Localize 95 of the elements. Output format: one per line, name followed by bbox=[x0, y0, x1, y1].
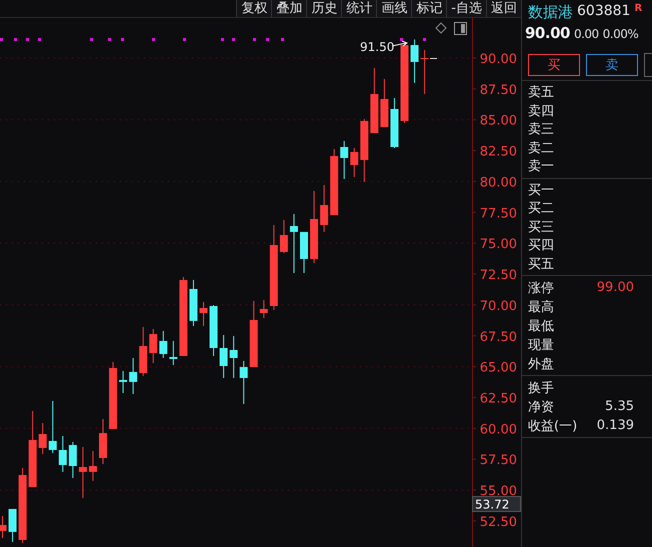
rising-candle bbox=[320, 184, 328, 232]
falling-candle bbox=[240, 360, 248, 405]
field-label: 净资 bbox=[528, 398, 555, 416]
axis-label: 70.00 bbox=[480, 298, 517, 314]
rising-candle bbox=[350, 148, 358, 178]
rising-candle bbox=[38, 422, 47, 455]
axis-label: 85.00 bbox=[480, 114, 517, 129]
rising-candle bbox=[88, 450, 97, 482]
rising-candle bbox=[109, 361, 118, 430]
field-label: 买二 bbox=[528, 200, 555, 218]
falling-candle bbox=[68, 441, 77, 478]
falling-candle bbox=[390, 98, 398, 148]
field-value: 99.00 bbox=[596, 280, 634, 295]
rating-letter: R bbox=[634, 3, 642, 14]
field-label: 买四 bbox=[528, 237, 555, 254]
falling-candle bbox=[189, 279, 198, 327]
field-label: 最高 bbox=[528, 298, 555, 316]
field-label: 外盘 bbox=[528, 356, 555, 372]
last-price-tick bbox=[430, 58, 438, 59]
rising-candle bbox=[139, 326, 148, 377]
toolbar-button[interactable]: 标记 bbox=[411, 0, 446, 17]
axis-label: 80.00 bbox=[480, 175, 517, 190]
stock-code: 603881 bbox=[577, 3, 630, 19]
falling-candle bbox=[58, 436, 67, 472]
percent-change: 0.00% bbox=[602, 27, 638, 41]
rising-candle bbox=[99, 418, 107, 465]
axis-label: 62.50 bbox=[480, 392, 517, 406]
buy-button[interactable]: 买 bbox=[528, 54, 580, 76]
last-price: 90.00 bbox=[525, 24, 570, 42]
high-price-label: 91.50 bbox=[360, 40, 394, 54]
falling-candle bbox=[230, 336, 238, 378]
axis-label: 82.50 bbox=[480, 144, 517, 160]
axis-label: 65.00 bbox=[480, 360, 517, 376]
axis-label: 67.50 bbox=[480, 330, 517, 345]
cursor-price-tag: 53.72 bbox=[472, 496, 521, 512]
falling-candle bbox=[48, 400, 57, 454]
falling-candle bbox=[8, 508, 17, 542]
arrow-icon bbox=[392, 40, 408, 46]
field-label: 卖五 bbox=[528, 84, 555, 102]
rising-candle bbox=[420, 49, 429, 95]
sell-button[interactable]: 卖 bbox=[586, 54, 638, 76]
field-label: 买三 bbox=[528, 218, 555, 236]
stock-name: 数据港 bbox=[528, 3, 573, 22]
field-label: 现量 bbox=[528, 336, 555, 354]
field-label: 买一 bbox=[528, 182, 555, 199]
axis-label: 90.00 bbox=[480, 52, 517, 67]
rising-candle bbox=[380, 78, 388, 128]
axis-label: 57.50 bbox=[480, 453, 517, 468]
toolbar-button[interactable]: 历史 bbox=[306, 0, 342, 17]
rising-candle bbox=[360, 118, 368, 182]
falling-candle bbox=[129, 358, 138, 395]
field-label: 卖一 bbox=[528, 158, 555, 176]
falling-candle bbox=[220, 334, 228, 378]
falling-candle bbox=[290, 214, 298, 274]
rising-candle bbox=[78, 446, 87, 498]
panel-toggle-icon[interactable] bbox=[454, 22, 467, 35]
field-label: 卖二 bbox=[528, 140, 555, 157]
rising-candle bbox=[149, 328, 158, 364]
rising-candle bbox=[370, 68, 378, 134]
toolbar-button[interactable]: 画线 bbox=[376, 0, 412, 17]
field-value: 0.139 bbox=[596, 418, 634, 433]
field-value: 5.35 bbox=[604, 399, 634, 414]
axis-label: 87.50 bbox=[480, 82, 517, 98]
field-label: 卖三 bbox=[528, 121, 555, 138]
falling-candle bbox=[169, 340, 178, 366]
falling-candle bbox=[159, 330, 168, 358]
field-label: 收益(一) bbox=[528, 418, 578, 434]
toolbar-button[interactable]: 复权 bbox=[236, 0, 272, 17]
axis-label: 60.00 bbox=[480, 422, 517, 438]
toolbar-button[interactable]: 叠加 bbox=[271, 0, 306, 17]
falling-candle bbox=[210, 304, 218, 357]
toolbar-button[interactable]: -自选 bbox=[446, 0, 486, 17]
toolbar-button[interactable]: 统计 bbox=[341, 0, 376, 17]
toolbar-button[interactable]: 返回 bbox=[486, 0, 521, 17]
rising-candle bbox=[280, 219, 288, 254]
axis-label: 72.50 bbox=[480, 268, 517, 284]
rising-candle bbox=[200, 301, 208, 327]
falling-candle bbox=[119, 370, 128, 394]
price-change: 0.00 bbox=[574, 27, 599, 41]
falling-candle bbox=[340, 140, 348, 180]
diamond-icon[interactable] bbox=[435, 22, 447, 34]
field-label: 换手 bbox=[528, 380, 555, 396]
rising-candle bbox=[330, 148, 338, 216]
rising-candle bbox=[260, 299, 268, 318]
axis-label: 77.50 bbox=[480, 206, 517, 222]
rising-candle bbox=[250, 300, 258, 368]
falling-candle bbox=[410, 38, 419, 84]
axis-label: 52.50 bbox=[480, 514, 517, 530]
field-label: 最低 bbox=[528, 318, 555, 334]
rising-candle bbox=[0, 516, 6, 538]
field-label: 卖四 bbox=[528, 102, 555, 120]
field-label: 涨停 bbox=[528, 280, 555, 296]
falling-candle bbox=[300, 231, 308, 274]
axis-label: 75.00 bbox=[480, 237, 517, 252]
field-label: 买五 bbox=[528, 256, 555, 273]
